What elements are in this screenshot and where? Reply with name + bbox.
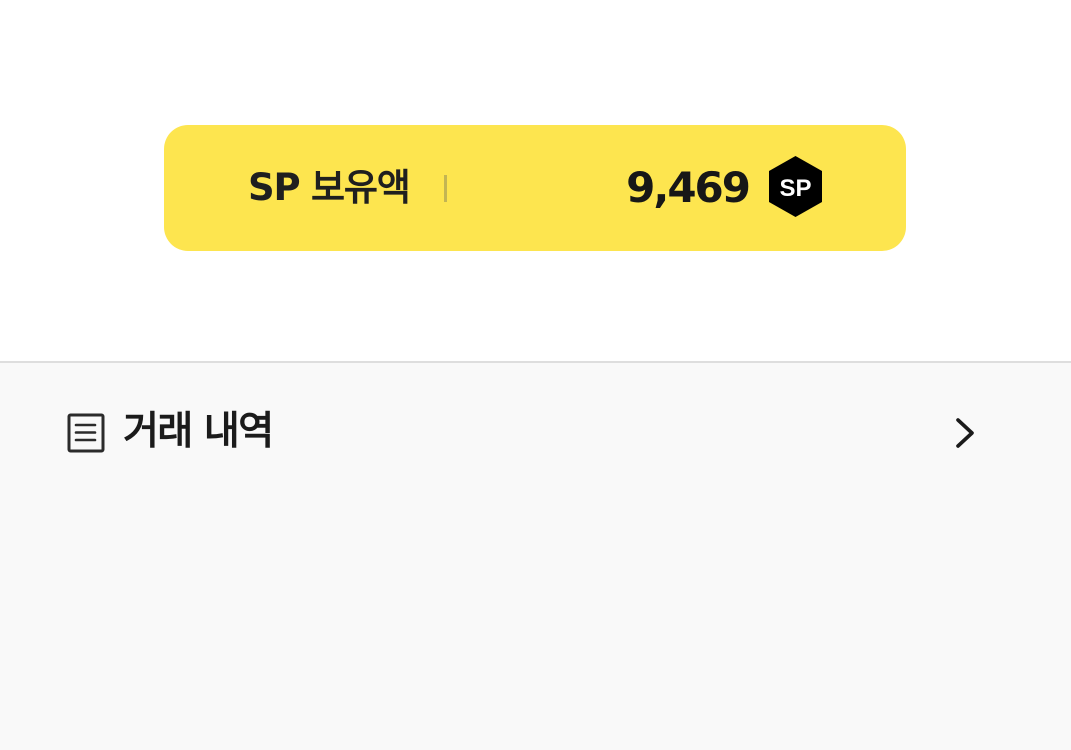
sp-balance-label: SP 보유액 [248, 166, 411, 209]
transaction-history-label: 거래 내역 [123, 409, 274, 454]
sp-balance-card: SP 보유액 9,469 SP [164, 125, 906, 251]
chevron-right-icon[interactable] [950, 416, 980, 450]
sp-balance-value: 9,469 [626, 163, 751, 212]
sp-badge-text: SP [779, 175, 811, 202]
balance-section: SP 보유액 9,469 SP [0, 0, 1071, 362]
balance-divider [444, 175, 447, 202]
history-section: 거래 내역 [0, 363, 1071, 750]
transaction-history-row[interactable]: 거래 내역 [0, 403, 1071, 461]
document-list-icon [67, 413, 105, 453]
sp-coin-icon: SP [769, 156, 822, 217]
